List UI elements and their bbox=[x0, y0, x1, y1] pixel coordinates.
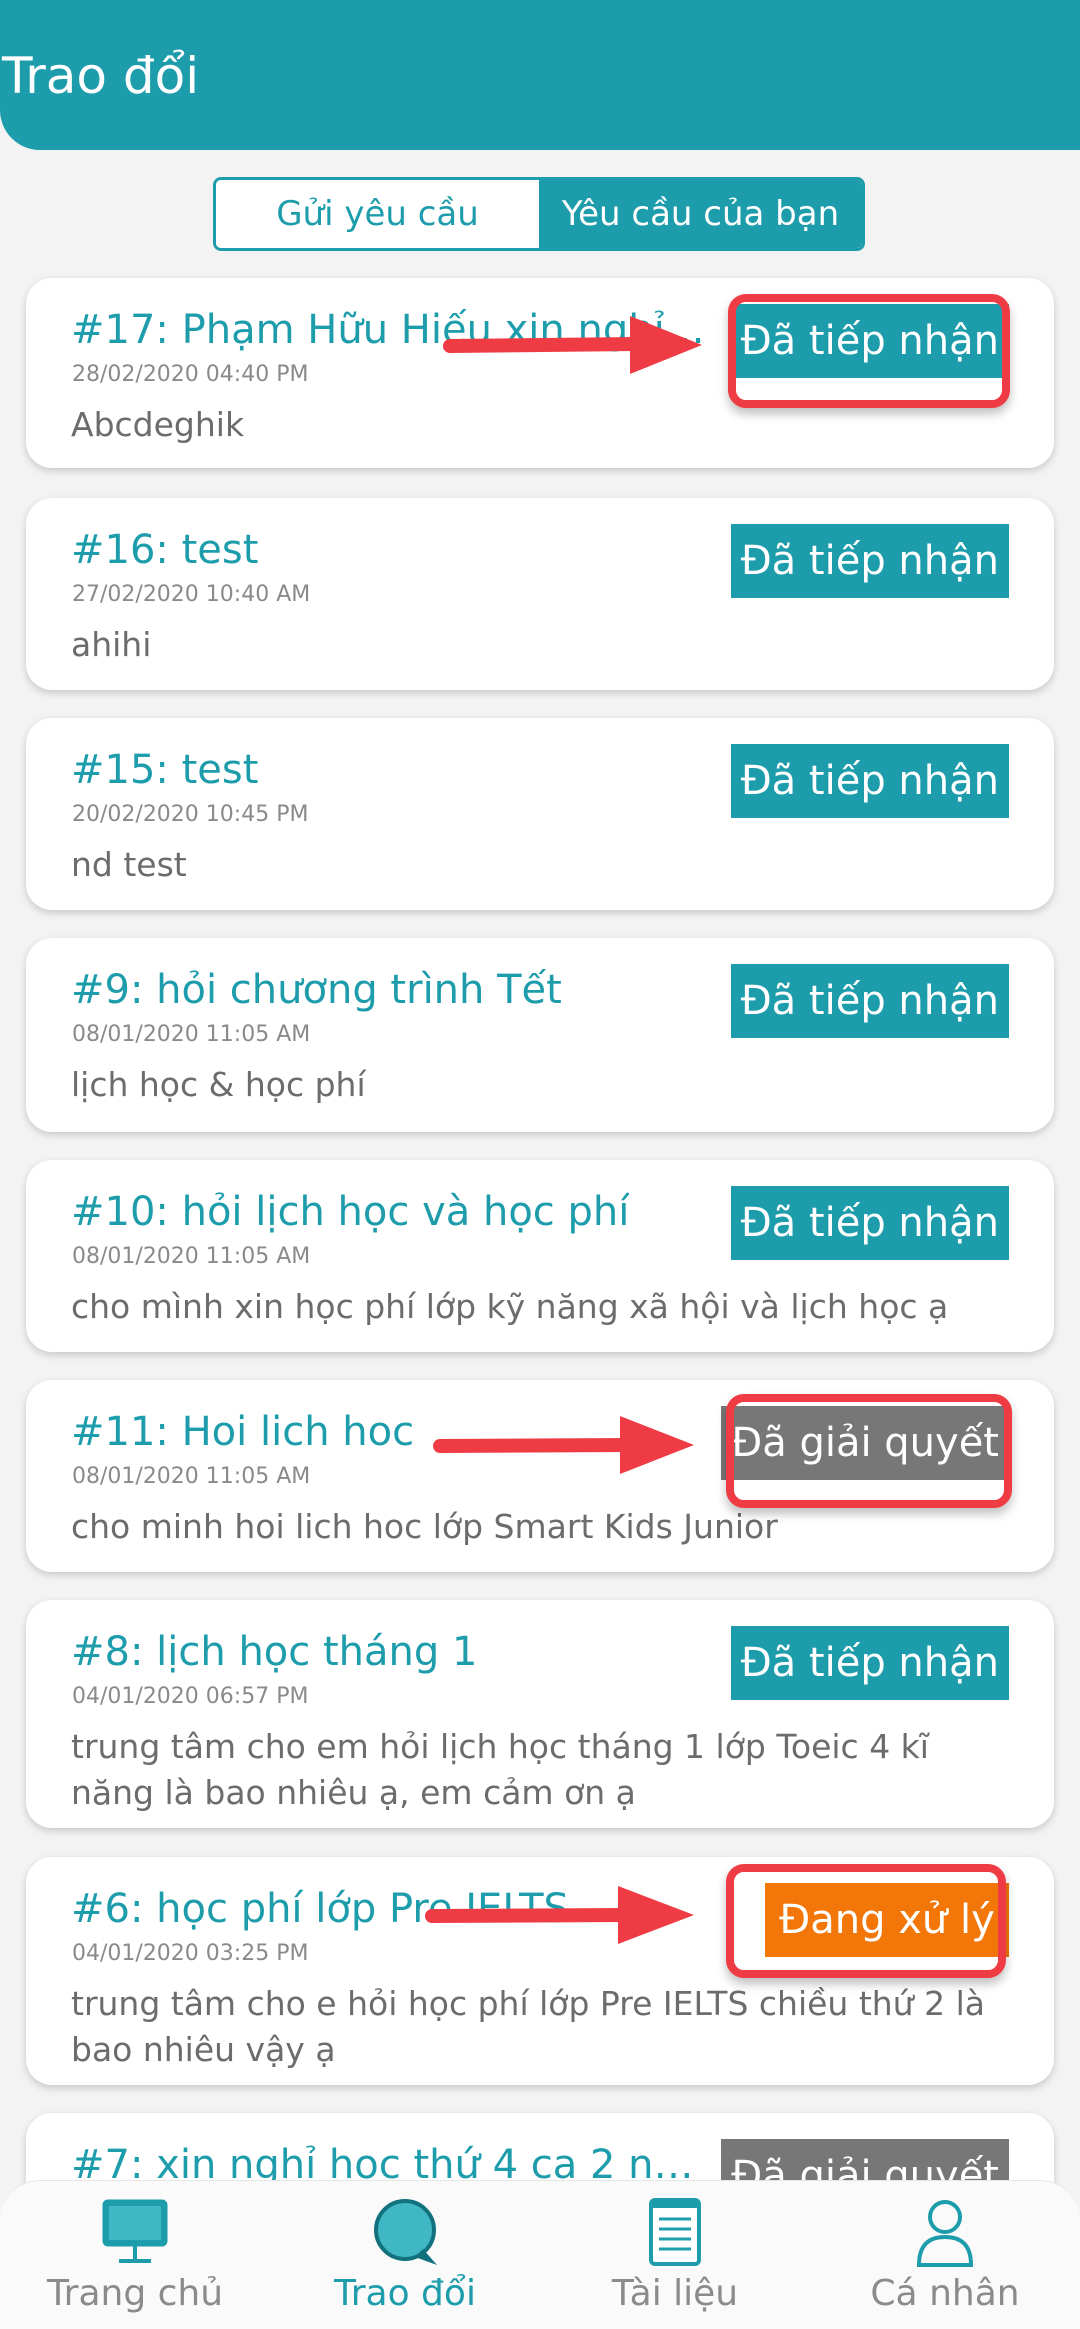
status-highlight-box bbox=[726, 1864, 1006, 1978]
nav-exchange[interactable]: Trao đổi bbox=[270, 2181, 540, 2329]
request-card[interactable]: #8: lịch học tháng 1 04/01/2020 06:57 PM… bbox=[26, 1600, 1054, 1828]
tab-your-requests[interactable]: Yêu cầu của bạn bbox=[539, 180, 862, 248]
request-card[interactable]: #15: test 20/02/2020 10:45 PM nd test Đã… bbox=[26, 718, 1054, 910]
nav-label: Trang chủ bbox=[46, 2273, 224, 2314]
request-message: Abcdeghik bbox=[71, 405, 245, 444]
request-title: #8: lịch học tháng 1 bbox=[71, 1629, 478, 1675]
status-highlight-box bbox=[728, 294, 1010, 408]
status-badge: Đã tiếp nhận bbox=[730, 1186, 1009, 1260]
request-message: cho minh hoi lich hoc lớp Smart Kids Jun… bbox=[71, 1507, 778, 1546]
nav-profile[interactable]: Cá nhân bbox=[810, 2181, 1080, 2329]
annotation-arrow-icon bbox=[425, 1886, 694, 1944]
request-card[interactable]: #9: hỏi chương trình Tết 08/01/2020 11:0… bbox=[26, 938, 1054, 1132]
page-title: Trao đổi bbox=[2, 47, 200, 105]
request-card[interactable]: #10: hỏi lịch học và học phí 08/01/2020 … bbox=[26, 1160, 1054, 1352]
nav-label: Cá nhân bbox=[870, 2273, 1020, 2314]
nav-label: Tài liệu bbox=[611, 2273, 739, 2314]
request-title: #16: test bbox=[71, 527, 259, 573]
request-segmented-control: Gửi yêu cầu Yêu cầu của bạn bbox=[213, 177, 865, 251]
status-badge: Đã tiếp nhận bbox=[730, 1626, 1009, 1700]
request-message: ahihi bbox=[71, 625, 152, 664]
request-message: cho mình xin học phí lớp kỹ năng xã hội … bbox=[71, 1287, 949, 1326]
request-date: 20/02/2020 10:45 PM bbox=[72, 802, 309, 827]
request-date: 28/02/2020 04:40 PM bbox=[72, 362, 309, 387]
status-badge: Đã tiếp nhận bbox=[730, 524, 1009, 598]
request-message: nd test bbox=[71, 845, 187, 884]
nav-documents[interactable]: Tài liệu bbox=[540, 2181, 810, 2329]
request-date: 27/02/2020 10:40 AM bbox=[72, 582, 311, 607]
request-message: trung tâm cho em hỏi lịch học tháng 1 lớ… bbox=[71, 1727, 929, 1812]
request-title: #10: hỏi lịch học và học phí bbox=[71, 1189, 630, 1235]
status-highlight-box bbox=[726, 1394, 1012, 1508]
tab-send-request[interactable]: Gửi yêu cầu bbox=[216, 180, 539, 248]
nav-label: Trao đổi bbox=[334, 2273, 476, 2314]
chat-bubble-icon bbox=[374, 2199, 437, 2265]
request-message: trung tâm cho e hỏi học phí lớp Pre IELT… bbox=[71, 1984, 985, 2069]
monitor-icon bbox=[102, 2199, 168, 2263]
request-date: 08/01/2020 11:05 AM bbox=[72, 1022, 311, 1047]
annotation-arrow-icon bbox=[443, 316, 702, 374]
app-header: Trao đổi bbox=[0, 0, 1080, 150]
status-badge: Đã tiếp nhận bbox=[730, 744, 1009, 818]
request-date: 04/01/2020 06:57 PM bbox=[72, 1684, 309, 1709]
request-date: 08/01/2020 11:05 AM bbox=[72, 1244, 311, 1269]
request-message: lịch học & học phí bbox=[71, 1065, 366, 1104]
annotation-arrow-icon bbox=[433, 1416, 694, 1474]
person-icon bbox=[916, 2200, 974, 2267]
bottom-navigation: Trang chủ Trao đổi Tài liệu Cá nhân bbox=[0, 2180, 1080, 2329]
status-badge: Đã tiếp nhận bbox=[730, 964, 1009, 1038]
request-date: 04/01/2020 03:25 PM bbox=[72, 1941, 309, 1966]
request-card[interactable]: #16: test 27/02/2020 10:40 AM ahihi Đã t… bbox=[26, 498, 1054, 690]
request-title: #9: hỏi chương trình Tết bbox=[71, 967, 562, 1013]
nav-home[interactable]: Trang chủ bbox=[0, 2181, 270, 2329]
document-icon bbox=[649, 2198, 701, 2266]
request-title: #15: test bbox=[71, 747, 259, 793]
request-date: 08/01/2020 11:05 AM bbox=[72, 1464, 311, 1489]
request-title: #11: Hoi lich hoc bbox=[71, 1409, 415, 1455]
